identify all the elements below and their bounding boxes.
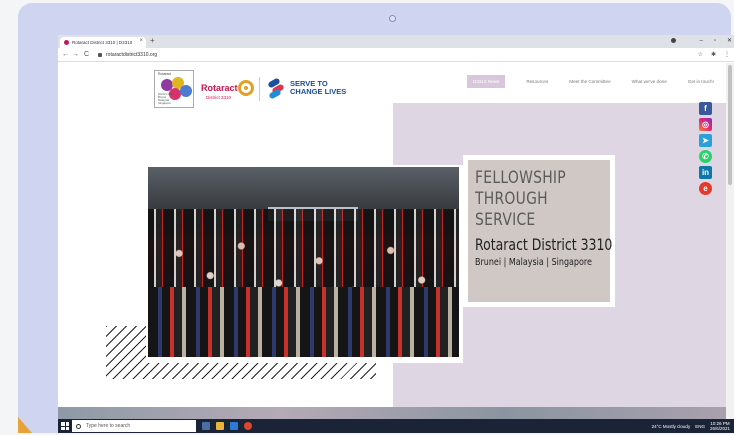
hero-headline-line-3: SERVICE bbox=[475, 210, 536, 230]
search-placeholder: Type here to search bbox=[86, 423, 131, 429]
web-page: Rotaract District 3310 Brunei Malaysia S… bbox=[58, 63, 726, 419]
district-title: Rotaract District 3310 bbox=[475, 235, 613, 254]
group-photo bbox=[148, 167, 459, 357]
hero-headline-line-1: FELLOWSHIP bbox=[475, 168, 566, 188]
main-nav: D3310 News Resources Meet the Committee … bbox=[467, 74, 714, 88]
address-bar[interactable]: rotaractdistrict3310.org bbox=[98, 50, 157, 60]
linkedin-icon[interactable]: in bbox=[699, 166, 712, 179]
clock[interactable]: 10:26 PM 26/6/2021 bbox=[710, 421, 730, 431]
page-curl-corner bbox=[18, 417, 32, 433]
toolbar-actions: ☆ ✱ ⋮ bbox=[698, 50, 730, 60]
back-button[interactable]: ← bbox=[62, 50, 69, 60]
new-tab-button[interactable]: + bbox=[150, 36, 155, 46]
nav-item-news[interactable]: D3310 News bbox=[467, 74, 506, 88]
taskbar-search-input[interactable]: Type here to search bbox=[72, 420, 196, 432]
window-controls: – ▫ ✕ bbox=[699, 36, 732, 46]
windows-start-icon[interactable] bbox=[61, 422, 69, 430]
tab-close-icon[interactable]: × bbox=[139, 38, 143, 44]
district-ribbon-logo[interactable]: Rotaract District 3310 Brunei Malaysia S… bbox=[154, 70, 194, 108]
social-links: f ◎ ➤ ✆ in e bbox=[699, 102, 712, 195]
weather-widget[interactable]: 24°C Mostly cloudy bbox=[652, 424, 691, 429]
bookmark-star-icon[interactable]: ☆ bbox=[698, 50, 703, 60]
close-window-button[interactable]: ✕ bbox=[727, 36, 732, 46]
crowd-front-row bbox=[148, 287, 459, 357]
nav-item-get-in-touch[interactable]: Get in touch! bbox=[688, 79, 714, 84]
browser-tab[interactable]: Rotaract District 3310 | D3310 × bbox=[60, 37, 146, 48]
webcam bbox=[389, 15, 396, 22]
ribbon-logo-label: Rotaract bbox=[158, 72, 172, 76]
rotaract-logo-text[interactable]: Rotaract bbox=[201, 83, 238, 93]
chrome-icon[interactable] bbox=[244, 422, 252, 430]
scrollbar-thumb[interactable] bbox=[728, 65, 732, 185]
countries-line: Brunei | Malaysia | Singapore bbox=[475, 257, 592, 268]
telegram-icon[interactable]: ➤ bbox=[699, 134, 712, 147]
lock-icon bbox=[98, 53, 102, 57]
file-explorer-icon[interactable] bbox=[216, 422, 224, 430]
instagram-icon[interactable]: ◎ bbox=[699, 118, 712, 131]
serve-slogan: SERVE TO CHANGE LIVES bbox=[290, 80, 346, 96]
laptop-frame: Rotaract District 3310 | D3310 × + – ▫ ✕… bbox=[18, 3, 734, 433]
minimize-button[interactable]: – bbox=[699, 36, 702, 46]
store-icon[interactable] bbox=[230, 422, 238, 430]
logo-divider bbox=[259, 77, 260, 101]
task-view-icon[interactable] bbox=[202, 422, 210, 430]
reload-button[interactable]: C bbox=[84, 50, 89, 60]
rotary-wheel-icon bbox=[238, 80, 254, 96]
browser-menu-icon[interactable]: ⋮ bbox=[724, 50, 730, 60]
search-icon bbox=[76, 423, 81, 429]
clock-date: 26/6/2021 bbox=[709, 426, 730, 431]
profile-icon[interactable] bbox=[671, 38, 676, 43]
browser-tab-strip: Rotaract District 3310 | D3310 × + – ▫ ✕ bbox=[58, 35, 734, 48]
language-indicator[interactable]: ENG bbox=[695, 424, 705, 429]
facebook-icon[interactable]: f bbox=[699, 102, 712, 115]
extensions-icon[interactable]: ✱ bbox=[711, 50, 716, 60]
serve-to-change-lives-icon bbox=[266, 77, 286, 100]
maximize-button[interactable]: ▫ bbox=[714, 36, 716, 46]
nav-item-what-weve-done[interactable]: What we've done bbox=[632, 79, 667, 84]
page-scrollbar[interactable] bbox=[726, 63, 734, 419]
whatsapp-icon[interactable]: ✆ bbox=[699, 150, 712, 163]
favicon-icon bbox=[64, 40, 69, 45]
tab-title: Rotaract District 3310 | D3310 bbox=[72, 40, 133, 45]
hero-text-card: FELLOWSHIP THROUGH SERVICE Rotaract Dist… bbox=[468, 160, 613, 302]
system-tray: 24°C Mostly cloudy ENG 10:26 PM 26/6/202… bbox=[652, 421, 730, 431]
petal-shape bbox=[180, 85, 192, 97]
ribbon-logo-caption: District 3310 Brunei Malaysia Singapore bbox=[158, 92, 174, 105]
url-text: rotaractdistrict3310.org bbox=[106, 52, 158, 58]
nav-item-committee[interactable]: Meet the Committee bbox=[569, 79, 610, 84]
eventbrite-icon[interactable]: e bbox=[699, 182, 712, 195]
next-section-preview bbox=[58, 407, 726, 419]
serve-line-2: CHANGE LIVES bbox=[290, 87, 347, 96]
hero-headline-line-2: THROUGH bbox=[475, 189, 548, 209]
forward-button[interactable]: → bbox=[72, 50, 79, 60]
nav-item-resources[interactable]: Resources bbox=[526, 79, 548, 84]
district-logo-text: District 3310 bbox=[206, 95, 232, 100]
windows-taskbar: Type here to search 24°C Mostly cloudy E… bbox=[58, 419, 734, 433]
browser-toolbar: ← → C rotaractdistrict3310.org ☆ ✱ ⋮ bbox=[58, 48, 734, 62]
screen: Rotaract District 3310 | D3310 × + – ▫ ✕… bbox=[58, 35, 734, 433]
